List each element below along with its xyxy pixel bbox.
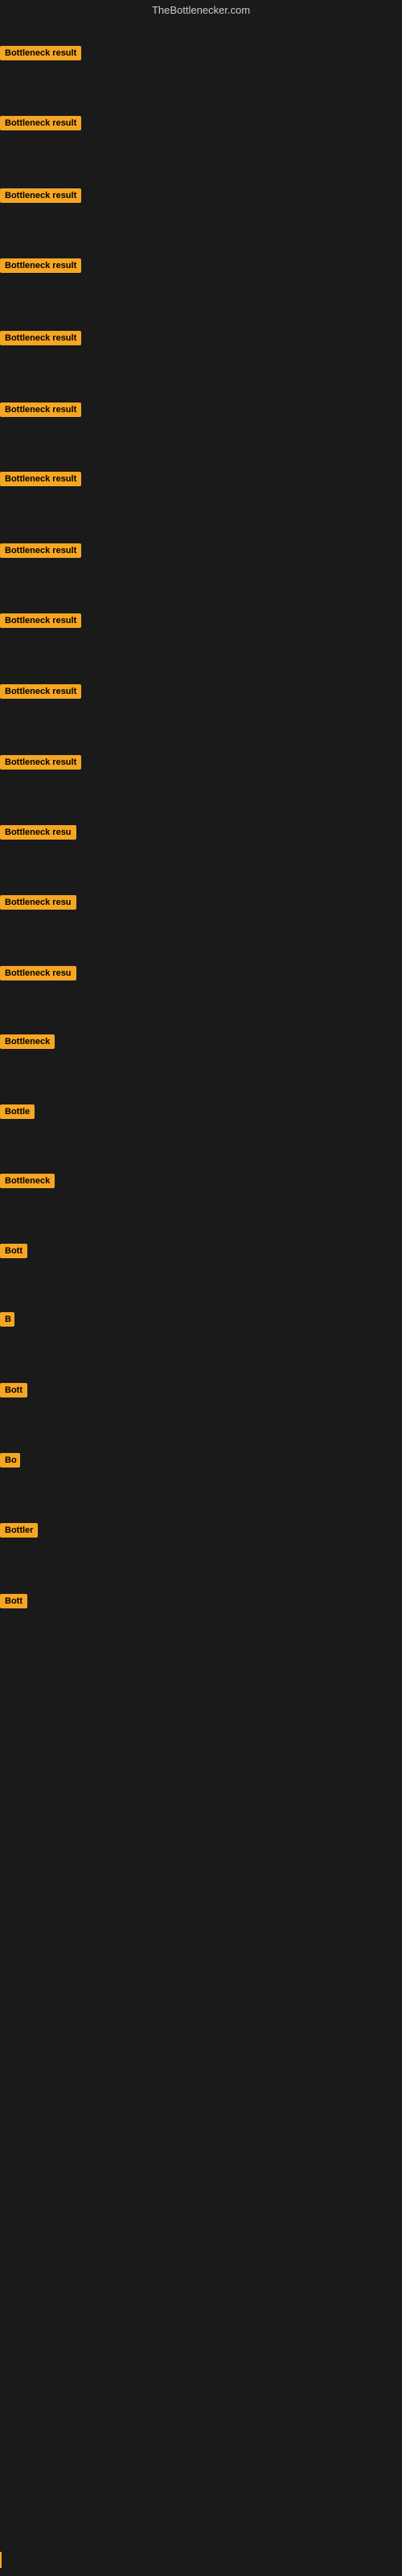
bottleneck-badge-17[interactable]: Bottleneck [0,1174,55,1188]
bottleneck-badge-wrapper-6: Bottleneck result [0,402,81,421]
bottleneck-badge-1[interactable]: Bottleneck result [0,46,81,60]
bottleneck-badge-10[interactable]: Bottleneck result [0,684,81,699]
bottleneck-badge-wrapper-3: Bottleneck result [0,188,81,207]
bottleneck-badge-12[interactable]: Bottleneck resu [0,825,76,840]
bottleneck-badge-wrapper-1: Bottleneck result [0,46,81,64]
bottleneck-badge-3[interactable]: Bottleneck result [0,188,81,203]
bottleneck-badge-wrapper-21: Bo [0,1453,20,1472]
bottleneck-badge-20[interactable]: Bott [0,1383,27,1397]
bottleneck-badge-wrapper-16: Bottle [0,1104,35,1123]
bottleneck-badge-wrapper-2: Bottleneck result [0,116,81,134]
bottleneck-badge-wrapper-22: Bottler [0,1523,38,1542]
bottleneck-badge-wrapper-5: Bottleneck result [0,331,81,349]
bottleneck-badge-23[interactable]: Bott [0,1594,27,1608]
bottleneck-badge-wrapper-8: Bottleneck result [0,543,81,562]
bottleneck-badge-5[interactable]: Bottleneck result [0,331,81,345]
bottleneck-badge-wrapper-11: Bottleneck result [0,755,81,774]
bottleneck-badge-wrapper-15: Bottleneck [0,1034,55,1053]
bottleneck-badge-wrapper-9: Bottleneck result [0,613,81,632]
bottleneck-badge-18[interactable]: Bott [0,1244,27,1258]
bottleneck-badge-9[interactable]: Bottleneck result [0,613,81,628]
bottleneck-badge-8[interactable]: Bottleneck result [0,543,81,558]
bottleneck-badge-15[interactable]: Bottleneck [0,1034,55,1049]
bottleneck-badge-wrapper-12: Bottleneck resu [0,825,76,844]
bottleneck-badge-wrapper-18: Bott [0,1244,27,1262]
bottleneck-badge-7[interactable]: Bottleneck result [0,472,81,486]
bottleneck-badge-14[interactable]: Bottleneck resu [0,966,76,980]
bottleneck-badge-19[interactable]: B [0,1312,14,1327]
bottleneck-badge-4[interactable]: Bottleneck result [0,258,81,273]
bottleneck-badge-wrapper-17: Bottleneck [0,1174,55,1192]
bottleneck-badge-wrapper-20: Bott [0,1383,27,1402]
bottleneck-badge-wrapper-23: Bott [0,1594,27,1612]
bottleneck-badge-wrapper-10: Bottleneck result [0,684,81,703]
bottleneck-badge-wrapper-13: Bottleneck resu [0,895,76,914]
bottom-marker [0,2552,2,2568]
bottleneck-badge-21[interactable]: Bo [0,1453,20,1468]
bottleneck-badge-11[interactable]: Bottleneck result [0,755,81,770]
site-title: TheBottlenecker.com [0,0,402,20]
bottleneck-badge-16[interactable]: Bottle [0,1104,35,1119]
bottleneck-badge-wrapper-19: B [0,1312,14,1331]
bottleneck-badge-6[interactable]: Bottleneck result [0,402,81,417]
bottleneck-badge-13[interactable]: Bottleneck resu [0,895,76,910]
bottleneck-badge-wrapper-14: Bottleneck resu [0,966,76,985]
bottleneck-badge-2[interactable]: Bottleneck result [0,116,81,130]
bottleneck-badge-22[interactable]: Bottler [0,1523,38,1538]
bottleneck-badge-wrapper-4: Bottleneck result [0,258,81,277]
bottleneck-badge-wrapper-7: Bottleneck result [0,472,81,490]
